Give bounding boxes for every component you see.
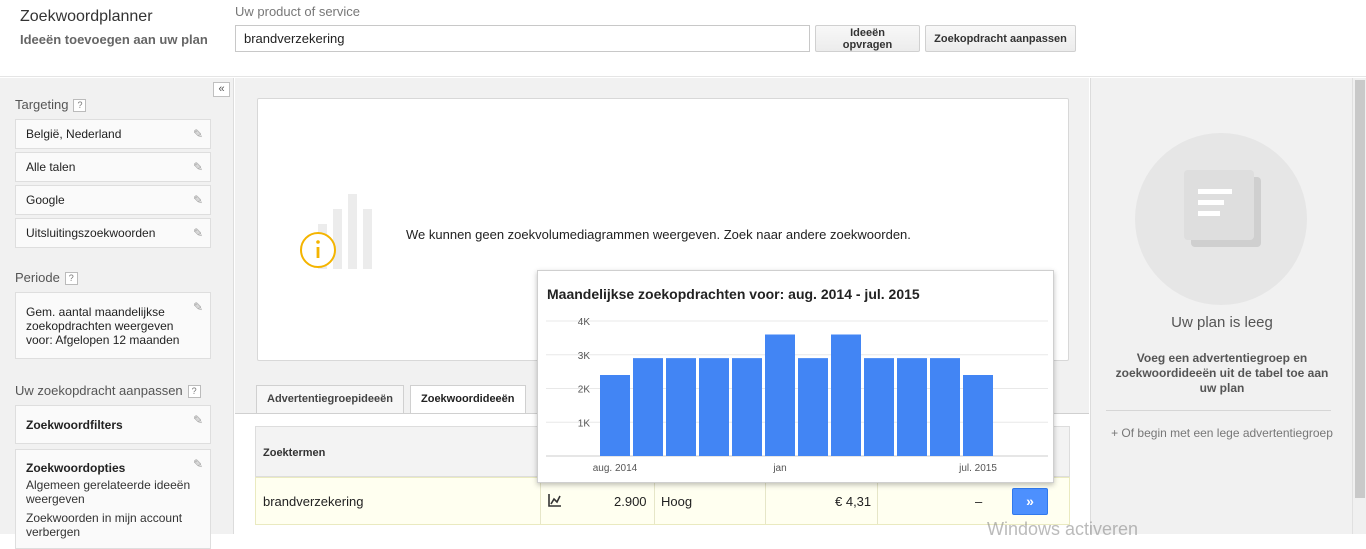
chart-info-icon [300,194,372,269]
pencil-icon[interactable]: ✎ [193,226,203,240]
product-label: Uw product of service [235,4,360,19]
option-hide-account-keywords: Zoekwoorden in mijn account verbergen [26,511,183,539]
help-icon[interactable]: ? [73,99,87,112]
help-icon[interactable]: ? [187,385,201,398]
app-subtitle: Ideeën toevoegen aan uw plan [20,32,208,47]
keyword-filters[interactable]: Zoekwoordfilters ✎ [15,405,211,444]
add-to-plan-button[interactable]: » [1012,488,1048,515]
bar-nov. 2014[interactable] [699,358,729,456]
avg-monthly-searches-cell: 2.900 [614,494,647,509]
plan-empty-description: Voeg een advertentiegroep en zoekwoordid… [1115,351,1329,395]
keyword-cell: brandverzekering [263,494,364,509]
column-divider [765,478,766,524]
bar-apr. 2015[interactable] [864,358,894,456]
x-tick-label: aug. 2014 [593,463,638,474]
collapse-sidebar-button[interactable]: « [213,82,230,97]
column-header-keywords[interactable]: Zoektermen [263,447,325,459]
period-setting[interactable]: Gem. aantal maandelijkse zoekopdrachten … [15,292,211,359]
y-tick-label: 4K [578,317,591,328]
plan-panel: Uw plan is leeg Voeg een advertentiegroe… [1090,78,1352,534]
document-icon [1184,170,1261,247]
keyword-options[interactable]: Zoekwoordopties Algemeen gerelateerde id… [15,449,211,549]
monthly-searches-chart: 1K 2K 3K 4K aug. 2014 jan jul. 2015 [546,317,1048,474]
column-divider [654,478,655,524]
y-tick-label: 3K [578,351,591,362]
get-ideas-button[interactable]: Ideeën opvragen [815,25,920,52]
column-divider [540,478,541,524]
option-broad-ideas: Algemeen gerelateerde ideeën weergeven [26,478,191,506]
pencil-icon[interactable]: ✎ [193,127,203,141]
start-empty-adgroup-link[interactable]: + Of begin met een lege advertentiegroep [1111,424,1333,442]
adjust-search-button[interactable]: Zoekopdracht aanpassen [925,25,1076,52]
plan-empty-heading: Uw plan is leeg [1171,314,1273,331]
keyword-options-label: Zoekwoordopties [26,461,126,475]
ad-share-cell: – [975,494,983,509]
competition-cell: Hoog [661,494,693,509]
tooltip-title: Maandelijkse zoekopdrachten voor: aug. 2… [547,286,920,302]
table-row: brandverzekering 2.900 Hoog € 4,31 – » [255,477,1070,525]
keyword-filters-label: Zoekwoordfilters [26,418,123,432]
tab-keyword-ideas[interactable]: Zoekwoordideeën [410,385,526,414]
targeting-negative-keywords-label: Uitsluitingszoekwoorden [26,226,156,240]
y-tick-label: 1K [578,418,591,429]
adjust-search-title: Uw zoekopdracht aanpassen? [15,383,201,398]
no-data-message: We kunnen geen zoekvolumediagrammen weer… [406,227,911,242]
y-tick-label: 2K [578,385,591,396]
header: Zoekwoordplanner Ideeën toevoegen aan uw… [0,0,1366,77]
bar-aug. 2014[interactable] [600,375,630,456]
bar-mrt. 2015[interactable] [831,334,861,457]
targeting-network[interactable]: Google ✎ [15,185,211,215]
targeting-location-label: België, Nederland [26,127,122,141]
help-icon[interactable]: ? [64,272,78,285]
targeting-title-label: Targeting [15,97,69,112]
bar-mei 2015[interactable] [897,358,927,456]
bar-jul. 2015[interactable] [963,375,993,456]
bar-feb. 2015[interactable] [798,358,828,456]
app-title: Zoekwoordplanner [20,8,153,25]
pencil-icon[interactable]: ✎ [193,413,203,427]
suggested-bid-cell: € 4,31 [835,494,872,509]
monthly-searches-tooltip: Maandelijkse zoekopdrachten voor: aug. 2… [537,270,1054,483]
pencil-icon[interactable]: ✎ [193,300,203,314]
targeting-network-label: Google [26,193,65,207]
period-title: Periode? [15,270,78,285]
period-setting-label: Gem. aantal maandelijkse zoekopdrachten … [26,305,180,347]
scrollbar-thumb[interactable] [1355,80,1365,498]
empty-plan-illustration [1135,133,1307,305]
bar-dec. 2014[interactable] [732,358,762,456]
search-input[interactable] [235,25,810,52]
targeting-language-label: Alle talen [26,160,76,174]
targeting-title: Targeting? [15,97,87,112]
sidebar: « Targeting? België, Nederland ✎ Alle ta… [0,78,234,549]
targeting-language[interactable]: Alle talen ✎ [15,152,211,182]
scrollbar[interactable] [1352,78,1366,534]
pencil-icon[interactable]: ✎ [193,193,203,207]
pencil-icon[interactable]: ✎ [193,457,203,471]
bar-jan[interactable] [765,334,795,457]
divider [1106,410,1331,411]
x-tick-label: jan [772,463,786,474]
column-divider [877,478,878,524]
tab-adgroup-ideas[interactable]: Advertentiegroepideeën [256,385,404,414]
bar-sep. 2014[interactable] [633,358,663,456]
period-title-label: Periode [15,270,60,285]
x-tick-label: jul. 2015 [958,463,997,474]
targeting-negative-keywords[interactable]: Uitsluitingszoekwoorden ✎ [15,218,211,248]
trend-chart-icon[interactable] [548,493,562,507]
targeting-location[interactable]: België, Nederland ✎ [15,119,211,149]
activation-watermark: Windows activeren [987,519,1139,539]
bar-jun. 2015[interactable] [930,358,960,456]
pencil-icon[interactable]: ✎ [193,160,203,174]
adjust-search-title-label: Uw zoekopdracht aanpassen [15,383,183,398]
bar-okt. 2014[interactable] [666,358,696,456]
